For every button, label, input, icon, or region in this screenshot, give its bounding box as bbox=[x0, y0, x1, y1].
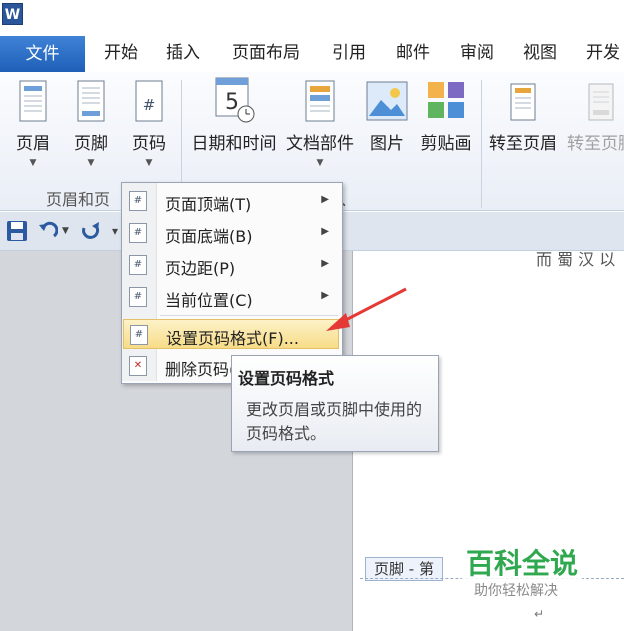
clip-art-button-label: 剪贴画 bbox=[420, 134, 472, 154]
format-page-number-icon: # bbox=[130, 325, 148, 345]
submenu-arrow-icon: ▶ bbox=[321, 194, 329, 205]
page-number-icon: # bbox=[135, 80, 163, 122]
tab-insert[interactable]: 插入 bbox=[160, 36, 206, 70]
page-body-text: 而 蜀 汉 以 bbox=[536, 250, 616, 269]
menu-item-label: 页边距(P) bbox=[165, 259, 236, 278]
goto-footer-icon bbox=[588, 83, 614, 121]
customize-qat-icon[interactable]: ▾ bbox=[112, 224, 118, 238]
clip-art-button[interactable]: 剪贴画 bbox=[418, 80, 474, 154]
redo-icon[interactable] bbox=[80, 220, 102, 242]
save-icon[interactable] bbox=[6, 220, 28, 242]
tab-references[interactable]: 引用 bbox=[326, 36, 372, 70]
tab-page-layout[interactable]: 页面布局 bbox=[226, 36, 306, 70]
title-bar bbox=[0, 0, 624, 36]
menu-item-label: 页面底端(B) bbox=[165, 227, 253, 246]
menu-item-label: 页面顶端(T) bbox=[165, 195, 252, 214]
menu-item-page-margins[interactable]: # 页边距(P) ▶ bbox=[123, 250, 339, 280]
date-time-button-label: 日期和时间 bbox=[191, 134, 277, 154]
remove-page-number-icon: ✕ bbox=[129, 356, 147, 376]
footer-button-label: 页脚 bbox=[74, 134, 108, 154]
page-number-button[interactable]: # 页码 ▼ bbox=[126, 80, 172, 168]
goto-footer-button-label: 转至页脚 bbox=[567, 134, 624, 154]
menu-item-bottom-of-page[interactable]: # 页面底端(B) ▶ bbox=[123, 218, 339, 248]
goto-header-button-label: 转至页眉 bbox=[489, 134, 557, 154]
header-button[interactable]: 页眉 ▼ bbox=[10, 80, 56, 168]
chevron-down-icon: ▼ bbox=[316, 158, 324, 168]
document-parts-button-label: 文档部件 bbox=[286, 134, 354, 154]
document-parts-button[interactable]: 文档部件 ▼ bbox=[282, 80, 358, 168]
page-bottom-icon: # bbox=[129, 223, 147, 243]
svg-text:5: 5 bbox=[225, 90, 239, 115]
menu-item-top-of-page[interactable]: # 页面顶端(T) ▶ bbox=[123, 186, 339, 216]
tab-view[interactable]: 视图 bbox=[517, 36, 563, 70]
undo-dropdown-icon[interactable]: ▼ bbox=[62, 226, 69, 236]
tab-developer[interactable]: 开发 bbox=[580, 36, 624, 70]
calendar-clock-icon: 5 bbox=[215, 77, 255, 123]
chevron-down-icon: ▼ bbox=[87, 158, 95, 168]
svg-text:#: # bbox=[143, 96, 156, 114]
goto-footer-button[interactable]: 转至页脚 bbox=[564, 80, 624, 154]
page-margin-icon: # bbox=[129, 255, 147, 275]
page-number-button-label: 页码 bbox=[132, 134, 166, 154]
menu-divider bbox=[160, 315, 338, 316]
submenu-arrow-icon: ▶ bbox=[321, 226, 329, 237]
watermark-title: 百科全说 bbox=[462, 542, 583, 582]
header-doc-icon bbox=[19, 80, 47, 122]
chevron-down-icon: ▼ bbox=[145, 158, 153, 168]
chevron-down-icon: ▼ bbox=[29, 158, 37, 168]
ribbon-group-divider bbox=[481, 80, 482, 208]
current-position-icon: # bbox=[129, 287, 147, 307]
date-time-button[interactable]: 5 日期和时间 bbox=[188, 76, 280, 154]
word-app-icon[interactable]: W bbox=[2, 3, 23, 25]
menu-item-format-page-numbers[interactable]: # 设置页码格式(F)... bbox=[123, 319, 339, 349]
document-parts-icon bbox=[305, 80, 335, 122]
screen-tip-title: 设置页码格式 bbox=[238, 369, 335, 388]
annotation-arrow-icon bbox=[326, 287, 407, 331]
goto-header-button[interactable]: 转至页眉 bbox=[486, 80, 560, 154]
group-label-header-footer: 页眉和页 bbox=[46, 190, 111, 209]
paragraph-mark: ↵ bbox=[534, 607, 545, 621]
header-button-label: 页眉 bbox=[16, 134, 50, 154]
footer-button[interactable]: 页脚 ▼ bbox=[68, 80, 114, 168]
goto-header-icon bbox=[510, 83, 536, 121]
tab-review[interactable]: 审阅 bbox=[454, 36, 500, 70]
menu-item-current-position[interactable]: # 当前位置(C) ▶ bbox=[123, 282, 339, 312]
picture-button-label: 图片 bbox=[370, 134, 404, 154]
tab-home[interactable]: 开始 bbox=[98, 36, 144, 70]
footer-doc-icon bbox=[77, 80, 105, 122]
watermark-subtitle: 助你轻松解决 bbox=[470, 580, 562, 600]
tab-mailings[interactable]: 邮件 bbox=[390, 36, 436, 70]
undo-icon[interactable] bbox=[36, 220, 58, 242]
menu-item-label: 当前位置(C) bbox=[165, 291, 253, 310]
picture-icon bbox=[366, 81, 408, 121]
screen-tip-body: 更改页眉或页脚中使用的页码格式。 bbox=[246, 400, 423, 443]
menu-item-label: 设置页码格式(F)... bbox=[166, 329, 299, 348]
submenu-arrow-icon: ▶ bbox=[321, 258, 329, 269]
picture-button[interactable]: 图片 bbox=[364, 80, 410, 154]
clip-art-icon bbox=[428, 82, 464, 118]
page-top-icon: # bbox=[129, 191, 147, 211]
tab-file[interactable]: 文件 bbox=[0, 36, 85, 72]
